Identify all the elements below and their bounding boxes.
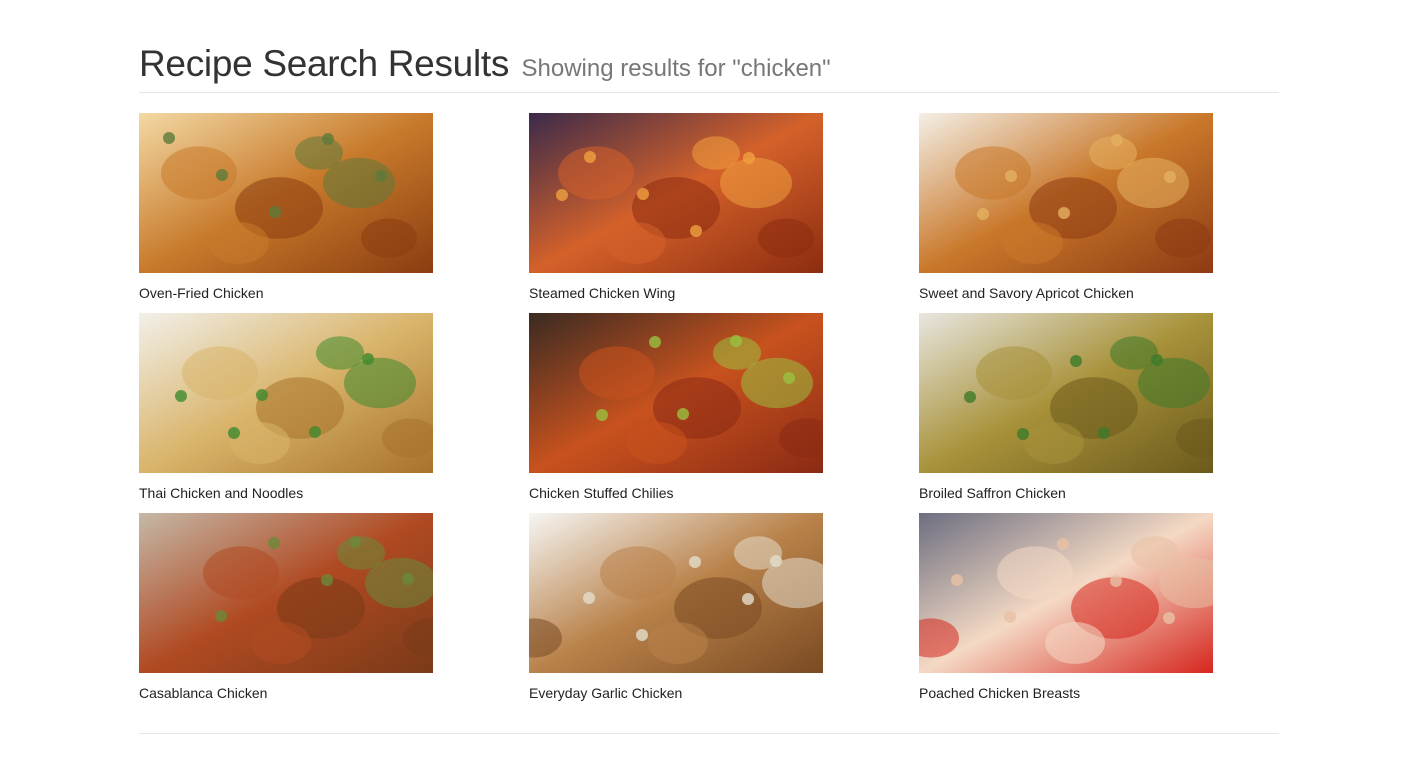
recipe-title[interactable]: Poached Chicken Breasts [919, 684, 1213, 702]
recipe-title[interactable]: Sweet and Savory Apricot Chicken [919, 284, 1213, 302]
recipe-title[interactable]: Broiled Saffron Chicken [919, 484, 1213, 502]
recipe-image[interactable] [919, 113, 1213, 273]
recipe-card[interactable]: Everyday Garlic Chicken [529, 513, 823, 713]
recipe-card[interactable]: Steamed Chicken Wing [529, 113, 823, 313]
recipe-image[interactable] [139, 113, 433, 273]
recipe-title[interactable]: Everyday Garlic Chicken [529, 684, 823, 702]
page-container: Recipe Search Results Showing results fo… [139, 0, 1279, 734]
recipe-image[interactable] [529, 513, 823, 673]
results-grid: Oven-Fried Chicken Steamed Chicken Wing Sw… [139, 113, 1279, 713]
recipe-title[interactable]: Oven-Fried Chicken [139, 284, 433, 302]
recipe-image[interactable] [139, 513, 433, 673]
recipe-card[interactable]: Casablanca Chicken [139, 513, 433, 713]
recipe-image[interactable] [139, 313, 433, 473]
recipe-card[interactable]: Thai Chicken and Noodles [139, 313, 433, 513]
recipe-image[interactable] [529, 313, 823, 473]
recipe-card[interactable]: Chicken Stuffed Chilies [529, 313, 823, 513]
recipe-title[interactable]: Chicken Stuffed Chilies [529, 484, 823, 502]
recipe-title[interactable]: Thai Chicken and Noodles [139, 484, 433, 502]
recipe-card[interactable]: Sweet and Savory Apricot Chicken [919, 113, 1213, 313]
page-subtitle: Showing results for "chicken" [521, 55, 831, 82]
recipe-card[interactable]: Broiled Saffron Chicken [919, 313, 1213, 513]
recipe-title[interactable]: Casablanca Chicken [139, 684, 433, 702]
recipe-image[interactable] [919, 513, 1213, 673]
recipe-image[interactable] [919, 313, 1213, 473]
recipe-title[interactable]: Steamed Chicken Wing [529, 284, 823, 302]
recipe-card[interactable]: Poached Chicken Breasts [919, 513, 1213, 713]
footer-divider [139, 733, 1279, 734]
page-header: Recipe Search Results Showing results fo… [139, 0, 1279, 93]
page-title: Recipe Search Results [139, 43, 510, 84]
recipe-card[interactable]: Oven-Fried Chicken [139, 113, 433, 313]
recipe-image[interactable] [529, 113, 823, 273]
